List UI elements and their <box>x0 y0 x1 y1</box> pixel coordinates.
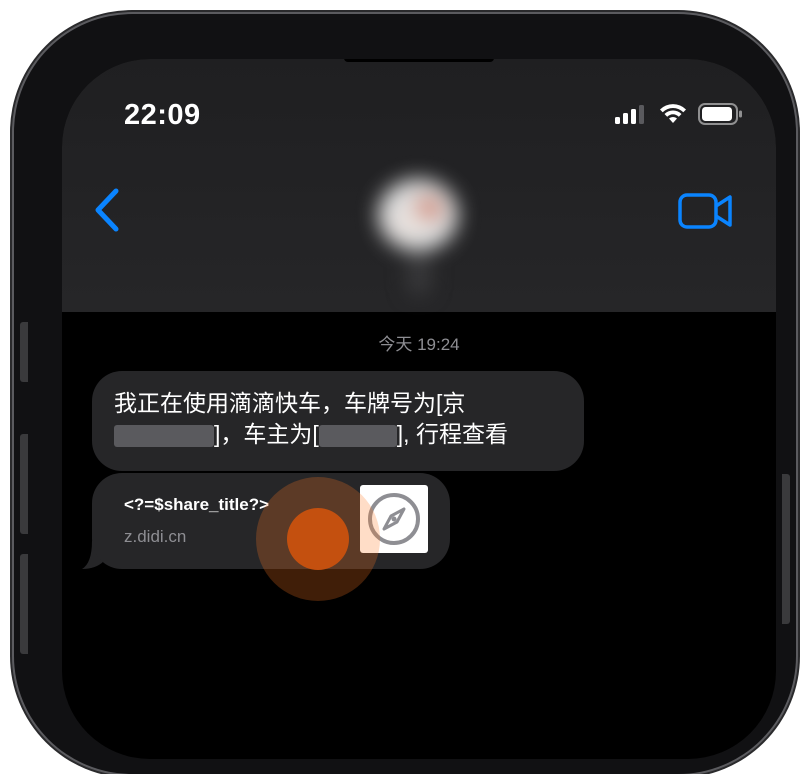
link-title: <?=$share_title?> <box>124 495 270 514</box>
contact-avatar[interactable] <box>358 167 478 297</box>
phone-screen: 22:09 今天 19:24 我正在使用滴滴快车，车牌号为[京]，车主为[]… <box>62 59 776 759</box>
message-text-line1: 我正在使用滴滴快车，车牌号为[京 <box>114 390 466 416</box>
back-button[interactable] <box>90 185 124 235</box>
link-domain: z.didi.cn <box>124 527 187 546</box>
message-text-line2: ]，车主为[ ], 行程查看 <box>114 419 562 450</box>
status-time: 22:09 <box>124 99 201 131</box>
message-text-part: ]，车主为[ <box>214 421 319 447</box>
video-camera-icon <box>678 193 732 229</box>
wifi-icon <box>660 104 686 123</box>
phone-frame: 22:09 今天 19:24 我正在使用滴滴快车，车牌号为[京]，车主为[]… <box>14 14 796 774</box>
sensor-housing <box>344 59 494 62</box>
battery-icon <box>698 103 742 125</box>
volume-up-button <box>20 434 28 534</box>
redacted-plate <box>114 424 214 447</box>
silent-switch <box>20 322 28 382</box>
side-button <box>782 474 790 624</box>
status-icons <box>614 103 744 125</box>
message-text-part: ], 行程查看 <box>396 421 508 447</box>
redacted-owner <box>318 424 397 447</box>
touch-indicator <box>287 508 349 570</box>
chevron-left-icon <box>95 188 119 232</box>
cellular-signal-icon <box>615 105 644 124</box>
facetime-video-button[interactable] <box>678 191 734 231</box>
received-message-bubble[interactable]: 我正在使用滴滴快车，车牌号为[京 ]，车主为[ ], 行程查看 <box>92 371 584 471</box>
message-timestamp: 今天 19:24 <box>378 335 460 354</box>
volume-down-button <box>20 554 28 654</box>
